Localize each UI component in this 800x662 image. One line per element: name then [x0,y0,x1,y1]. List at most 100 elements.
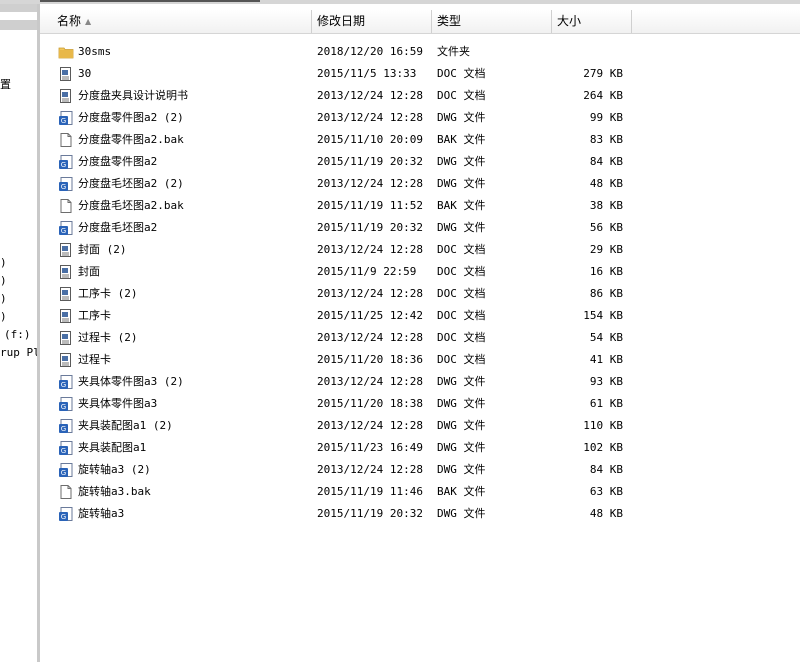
file-row[interactable]: 封面 2015/11/9 22:59 DOC 文档 16 KB [40,261,800,283]
nav-header [0,4,37,30]
doc-icon [58,330,74,346]
file-modified-date: 2015/11/9 22:59 [317,265,417,278]
file-modified-date: 2015/11/19 20:32 [317,221,423,234]
file-name: 夹具装配图a1 (2) [78,419,173,432]
file-row[interactable]: 旋转轴a3.bak 2015/11/19 11:46 BAK 文件 63 KB [40,481,800,503]
sort-ascending-icon: ▲ [85,17,92,26]
column-header-name-label: 名称 [57,14,82,28]
file-type: DWG 文件 [437,177,486,190]
column-header-name[interactable]: 名称 ▲ [52,10,312,33]
file-row[interactable]: G 分度盘毛坯图a2 (2) 2013/12/24 12:28 DWG 文件 48 KB [40,173,800,195]
file-type: DWG 文件 [437,375,486,388]
svg-text:G: G [61,469,66,477]
file-row[interactable]: 工序卡 (2) 2013/12/24 12:28 DOC 文档 86 KB [40,283,800,305]
navigation-pane[interactable]: 置 ) ) ) ) (f:) rup Plu [0,4,37,662]
file-row[interactable]: 过程卡 (2) 2013/12/24 12:28 DOC 文档 54 KB [40,327,800,349]
nav-item[interactable]: 置 [0,76,11,92]
nav-item[interactable]: ) [0,256,7,269]
file-row[interactable]: G 分度盘零件图a2 2015/11/19 20:32 DWG 文件 84 KB [40,151,800,173]
file-type: BAK 文件 [437,133,486,146]
svg-text:G: G [61,227,66,235]
file-row[interactable]: G 旋转轴a3 2015/11/19 20:32 DWG 文件 48 KB [40,503,800,525]
file-type: DWG 文件 [437,221,486,234]
svg-text:G: G [61,513,66,521]
file-size: 84 KB [589,463,623,476]
file-name: 分度盘零件图a2.bak [78,133,184,146]
file-size: 99 KB [589,111,623,124]
file-modified-date: 2015/11/20 18:36 [317,353,423,366]
file-size: 54 KB [589,331,623,344]
file-row[interactable]: 过程卡 2015/11/20 18:36 DOC 文档 41 KB [40,349,800,371]
file-modified-date: 2013/12/24 12:28 [317,331,423,344]
file-modified-date: 2013/12/24 12:28 [317,287,423,300]
folder-icon [58,44,74,60]
file-modified-date: 2013/12/24 12:28 [317,375,423,388]
nav-item[interactable]: ) [0,292,7,305]
file-modified-date: 2015/11/19 20:32 [317,507,423,520]
file-size [551,41,623,63]
file-row[interactable]: 分度盘毛坯图a2.bak 2015/11/19 11:52 BAK 文件 38 KB [40,195,800,217]
file-size: 48 KB [589,177,623,190]
file-row[interactable]: 30sms 2018/12/20 16:59 文件夹 [40,41,800,63]
file-modified-date: 2015/11/19 11:46 [317,485,423,498]
file-name: 封面 (2) [78,243,127,256]
file-list: 名称 ▲ 修改日期 类型 大小 30sms 2018/12/20 16:59 文件夹 3… [40,4,800,662]
file-size: 41 KB [589,353,623,366]
svg-text:G: G [61,425,66,433]
file-row[interactable]: 工序卡 2015/11/25 12:42 DOC 文档 154 KB [40,305,800,327]
nav-item-drive[interactable]: (f:) [4,328,31,341]
dwg-icon: G [58,440,74,456]
file-size: 102 KB [583,441,623,454]
nav-item[interactable]: rup Plu [0,346,37,359]
file-row[interactable]: 30 2015/11/5 13:33 DOC 文档 279 KB [40,63,800,85]
doc-icon [58,264,74,280]
file-row[interactable]: 分度盘零件图a2.bak 2015/11/10 20:09 BAK 文件 83 KB [40,129,800,151]
nav-item[interactable]: ) [0,310,7,323]
file-type: DWG 文件 [437,507,486,520]
column-header-type[interactable]: 类型 [432,10,552,33]
file-icon [58,198,74,214]
svg-text:G: G [61,161,66,169]
svg-text:G: G [61,447,66,455]
column-header-date[interactable]: 修改日期 [312,10,432,33]
column-header-size[interactable]: 大小 [552,10,632,33]
nav-item[interactable]: ) [0,274,7,287]
file-name: 工序卡 (2) [78,287,138,300]
file-size: 86 KB [589,287,623,300]
file-size: 279 KB [583,67,623,80]
file-modified-date: 2013/12/24 12:28 [317,111,423,124]
file-type: DWG 文件 [437,463,486,476]
dwg-icon: G [58,110,74,126]
file-modified-date: 2015/11/19 20:32 [317,155,423,168]
file-row[interactable]: 分度盘夹具设计说明书 2013/12/24 12:28 DOC 文档 264 KB [40,85,800,107]
dwg-icon: G [58,396,74,412]
file-type: DWG 文件 [437,419,486,432]
file-name: 分度盘夹具设计说明书 [78,89,188,102]
file-size: 84 KB [589,155,623,168]
svg-text:G: G [61,117,66,125]
file-name: 夹具体零件图a3 [78,397,158,410]
file-size: 56 KB [589,221,623,234]
dwg-icon: G [58,462,74,478]
file-row[interactable]: G 夹具体零件图a3 (2) 2013/12/24 12:28 DWG 文件 93 KB [40,371,800,393]
file-size: 110 KB [583,419,623,432]
file-name: 分度盘零件图a2 (2) [78,111,184,124]
file-type: DWG 文件 [437,441,486,454]
file-modified-date: 2013/12/24 12:28 [317,243,423,256]
dwg-icon: G [58,220,74,236]
file-name: 30sms [78,45,112,58]
file-row[interactable]: 封面 (2) 2013/12/24 12:28 DOC 文档 29 KB [40,239,800,261]
doc-icon [58,242,74,258]
svg-text:G: G [61,183,66,191]
file-type: BAK 文件 [437,485,486,498]
file-name: 分度盘毛坯图a2 (2) [78,177,184,190]
file-row[interactable]: G 旋转轴a3 (2) 2013/12/24 12:28 DWG 文件 84 KB [40,459,800,481]
file-row[interactable]: G 夹具装配图a1 (2) 2013/12/24 12:28 DWG 文件 110 KB [40,415,800,437]
file-size: 48 KB [589,507,623,520]
dwg-icon: G [58,374,74,390]
file-row[interactable]: G 夹具体零件图a3 2015/11/20 18:38 DWG 文件 61 KB [40,393,800,415]
file-size: 264 KB [583,89,623,102]
file-row[interactable]: G 分度盘零件图a2 (2) 2013/12/24 12:28 DWG 文件 99 KB [40,107,800,129]
file-row[interactable]: G 分度盘毛坯图a2 2015/11/19 20:32 DWG 文件 56 KB [40,217,800,239]
file-row[interactable]: G 夹具装配图a1 2015/11/23 16:49 DWG 文件 102 KB [40,437,800,459]
